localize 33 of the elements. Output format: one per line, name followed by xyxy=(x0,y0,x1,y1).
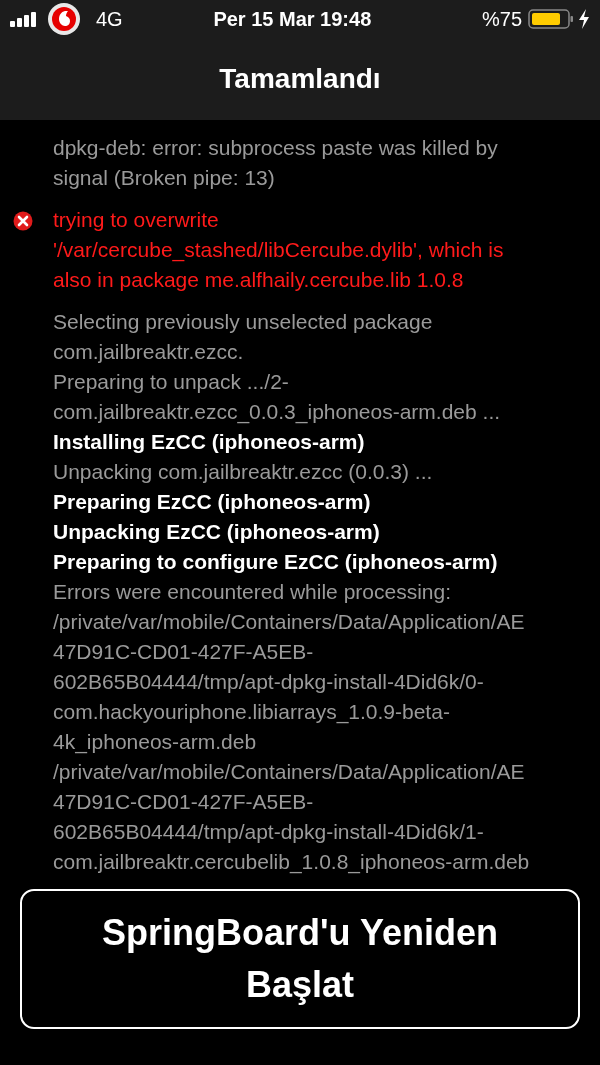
charging-bolt-icon xyxy=(578,9,590,29)
log-line: Unpacking com.jailbreaktr.ezcc (0.0.3) ... xyxy=(53,459,434,485)
battery-percent: %75 xyxy=(481,7,522,32)
log-line: also in package me.alfhaily.cercube.lib 1.0.8 xyxy=(53,267,465,293)
log-line: signal (Broken pipe: 13) xyxy=(53,165,276,191)
log-line: Unpacking EzCC (iphoneos-arm) xyxy=(53,519,381,545)
log-line: Preparing EzCC (iphoneos-arm) xyxy=(53,489,372,515)
log-line: /private/var/mobile/Containers/Data/Application/AE xyxy=(53,609,526,635)
carrier-logo-icon xyxy=(47,2,81,36)
log-line: com.hackyouriphone.libiarrays_1.0.9-beta- xyxy=(53,699,451,726)
log-line: 602B65B04444/tmp/apt-dpkg-install-4Did6k/0- xyxy=(53,669,485,695)
log-line: 47D91C-CD01-427F-A5EB- xyxy=(53,789,315,815)
status-time: Per 15 Mar 19:48 xyxy=(212,7,373,32)
log-line: dpkg-deb: error: subprocess paste was killed by xyxy=(53,135,498,161)
log-line: Errors were encountered while processing: xyxy=(53,579,453,605)
log-line: 47D91C-CD01-427F-A5EB- xyxy=(53,639,315,665)
network-type: 4G xyxy=(96,7,123,32)
nav-title: Tamamlandı xyxy=(218,62,382,96)
log-line: Installing EzCC (iphoneos-arm) xyxy=(53,429,366,455)
log-line: trying to overwrite xyxy=(53,207,220,233)
log-line: com.jailbreaktr.ezcc_0.0.3_iphoneos-arm.deb ... xyxy=(53,399,502,426)
log-line: 602B65B04444/tmp/apt-dpkg-install-4Did6k/1- xyxy=(53,819,485,845)
log-line: Preparing to unpack .../2- xyxy=(53,369,290,395)
log-line: 4k_iphoneos-arm.deb xyxy=(53,729,258,756)
log-line: Selecting previously unselected package xyxy=(53,309,434,335)
log-line: /private/var/mobile/Containers/Data/Application/AE xyxy=(53,759,526,785)
log-line: '/var/cercube_stashed/libCercube.dylib', which is xyxy=(53,237,504,264)
log-line: Preparing to configure EzCC (iphoneos-arm) xyxy=(53,549,499,575)
restart-springboard-button[interactable]: SpringBoard'u Yeniden Başlat xyxy=(20,889,580,1029)
log-line: com.jailbreaktr.ezcc. xyxy=(53,339,245,365)
error-icon xyxy=(12,211,33,231)
log-line: com.jailbreaktr.cercubelib_1.0.8_iphoneos-arm.deb xyxy=(53,849,530,876)
battery-icon xyxy=(528,9,574,29)
